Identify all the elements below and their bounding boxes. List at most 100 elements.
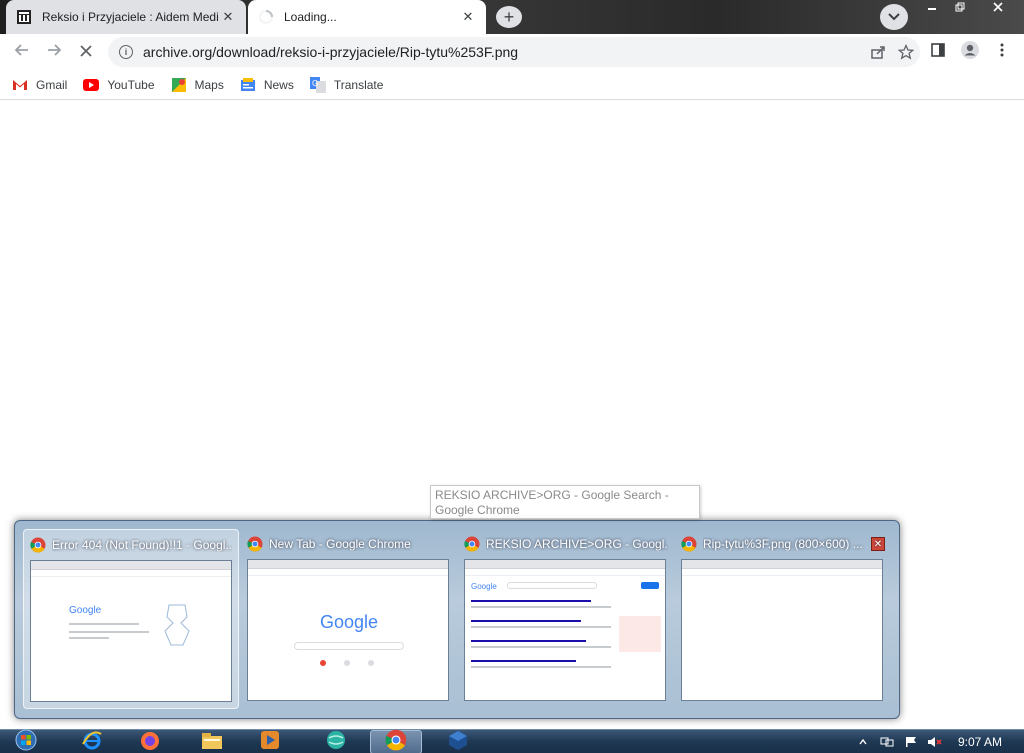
close-thumbnail-button[interactable]: ✕ [871,537,885,551]
chrome-icon [247,536,263,552]
tab-title: Reksio i Przyjaciele : Aidem Medi [42,10,219,24]
forward-button[interactable] [42,40,66,64]
toolbar: i archive.org/download/reksio-i-przyjaci… [0,34,1024,70]
clock[interactable]: 9:07 AM [958,735,1002,749]
restore-button[interactable] [946,0,974,16]
bookmark-label: Maps [194,77,224,92]
firefox-icon [139,729,161,753]
thumbnail-screenshot: Google [30,560,232,702]
arrow-right-icon [46,42,62,63]
bookmark-label: Translate [333,77,384,92]
tab-reksio[interactable]: Reksio i Przyjaciele : Aidem Medi ✕ [6,0,246,34]
file-explorer-icon [200,730,224,753]
tab-loading[interactable]: Loading... ✕ [248,0,486,34]
taskbar-app[interactable] [310,730,362,753]
kebab-menu-icon [1000,42,1004,62]
url-text[interactable]: archive.org/download/reksio-i-przyjaciel… [143,44,864,60]
stop-button[interactable] [74,40,98,64]
network-icon[interactable] [878,735,896,749]
bookmark-maps[interactable]: Maps [171,77,224,93]
side-panel-button[interactable] [926,40,950,64]
bookmark-youtube[interactable]: YouTube [83,77,155,93]
news-icon [240,77,256,93]
tab-search-button[interactable] [880,4,908,30]
mini-google-logo: Google [69,605,102,616]
close-icon[interactable]: ✕ [460,9,476,25]
start-button[interactable] [2,729,50,753]
thumbnail-screenshot: Google [464,559,666,701]
flag-icon[interactable] [902,735,920,749]
mini-google-logo: Google [471,582,497,591]
internet-explorer-icon [81,730,103,753]
taskbar-chrome[interactable] [370,729,422,753]
system-tray: 9:07 AM [854,730,1024,753]
address-bar[interactable]: i archive.org/download/reksio-i-przyjaci… [108,37,920,67]
chevron-down-icon [888,10,900,24]
menu-button[interactable] [990,40,1014,64]
taskbar-file-explorer[interactable] [186,730,238,753]
svg-text:G: G [312,79,318,88]
back-button[interactable] [10,40,34,64]
thumbnail-error-404[interactable]: Error 404 (Not Found)!!1 - Googl... Goog… [23,529,239,709]
close-window-button[interactable] [984,0,1012,16]
avatar-icon [960,40,980,64]
bookmark-label: YouTube [107,77,155,92]
thumbnail-title: Error 404 (Not Found)!!1 - Googl... [52,538,232,552]
start-orb-icon [15,729,37,753]
taskbar-firefox[interactable] [124,730,176,753]
archive-org-icon [16,9,32,25]
maps-icon [171,77,187,93]
share-icon[interactable] [864,38,892,66]
thumbnail-rip-tytu[interactable]: Rip-tytu%3F.png (800×600) ... ✕ [675,529,891,709]
robot-illustration [164,604,190,646]
media-player-icon [259,729,281,753]
chrome-icon [464,536,480,552]
new-tab-button[interactable]: + [496,6,522,28]
screen: Reksio i Przyjaciele : Aidem Medi ✕ Load… [0,0,1024,753]
mini-search-box [294,642,404,650]
show-hidden-icons-icon[interactable] [854,735,872,749]
arrow-left-icon [14,42,30,63]
close-icon[interactable]: ✕ [220,9,236,25]
side-panel-icon [930,42,946,62]
volume-muted-icon[interactable] [926,735,944,749]
chrome-icon [385,729,407,753]
bookmark-label: News [263,77,294,92]
stop-x-icon [79,42,93,63]
app-globe-icon [325,729,347,753]
virtualbox-icon [447,729,469,753]
bookmarks-bar: Gmail YouTube Maps News G Translate [0,70,1024,100]
loading-spinner-icon [258,9,274,25]
youtube-icon [83,77,100,93]
minimize-button[interactable] [918,0,946,16]
star-icon[interactable] [892,38,920,66]
tooltip: REKSIO ARCHIVE>ORG - Google Search - Goo… [430,485,700,519]
profile-button[interactable] [958,40,982,64]
bookmark-translate[interactable]: G Translate [309,76,384,93]
taskbar-internet-explorer[interactable] [66,730,118,753]
tab-strip: Reksio i Przyjaciele : Aidem Medi ✕ Load… [0,0,1024,34]
thumbnail-reksio-search[interactable]: REKSIO ARCHIVE>ORG - Googl... Google [458,529,674,709]
minimize-icon [927,1,937,15]
bookmark-label: Gmail [36,77,68,92]
windows-taskbar: 9:07 AM [0,729,1024,753]
taskbar-thumbnail-preview: Error 404 (Not Found)!!1 - Googl... Goog… [14,520,900,719]
close-icon [993,1,1003,15]
taskbar-virtualbox[interactable] [432,730,484,753]
thumbnail-screenshot: Google [247,559,449,701]
chrome-icon [30,537,46,553]
thumbnail-new-tab[interactable]: New Tab - Google Chrome Google [241,529,457,709]
thumbnail-screenshot [681,559,883,701]
bookmark-news[interactable]: News [240,77,294,93]
tab-title: Loading... [284,10,337,24]
info-icon[interactable]: i [119,45,133,59]
translate-icon: G [309,76,326,93]
thumbnail-title: Rip-tytu%3F.png (800×600) ... [703,537,863,551]
restore-icon [955,1,965,15]
gmail-icon [12,77,28,93]
taskbar-media-player[interactable] [244,730,296,753]
thumbnail-title: REKSIO ARCHIVE>ORG - Googl... [486,537,668,551]
bookmark-gmail[interactable]: Gmail [12,77,67,93]
mini-google-logo: Google [320,612,379,632]
thumbnail-title: New Tab - Google Chrome [269,537,411,551]
